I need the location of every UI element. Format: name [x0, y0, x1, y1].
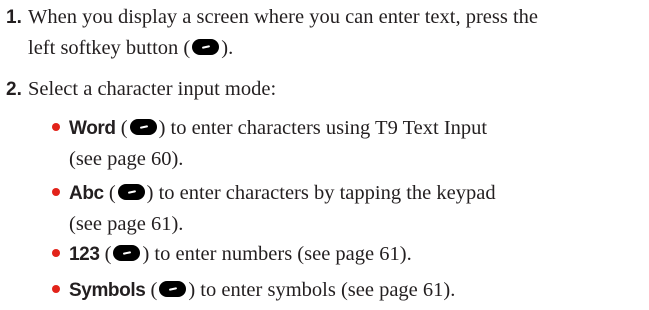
mode-paren-open: ( — [103, 182, 116, 204]
bullet-icon — [52, 123, 60, 132]
mode-term: 123 — [69, 244, 100, 265]
mode-term: Symbols — [69, 280, 146, 301]
step-2: 2. Select a character input mode: — [6, 74, 646, 105]
instruction-page: 1. When you display a screen where you ca… — [0, 0, 649, 310]
left-softkey-icon — [159, 281, 187, 298]
mode-abc: Abc ( ) to enter characters by tapping th… — [52, 178, 647, 239]
mode-paren-open: ( — [115, 117, 128, 139]
mode-description: ) to enter characters by tapping the key… — [146, 182, 496, 204]
mode-term: Abc — [69, 183, 104, 204]
mode-word: Word ( ) to enter characters using T9 Tex… — [52, 113, 647, 174]
mode-description: ) to enter symbols (see page 61). — [188, 279, 456, 301]
step-1-text-before-icon: left softkey button ( — [28, 37, 191, 59]
step-number: 2. — [6, 79, 22, 100]
mode-description-line2: (see page 61). — [69, 213, 184, 235]
mode-description: ) to enter numbers (see page 61). — [142, 243, 412, 265]
step-number: 1. — [6, 7, 22, 28]
bullet-icon — [52, 249, 60, 258]
mode-term: Word — [69, 118, 116, 139]
mode-symbols: Symbols ( ) to enter symbols (see page 61… — [52, 275, 647, 306]
bullet-icon — [52, 285, 60, 294]
mode-paren-open: ( — [145, 279, 158, 301]
mode-123: 123 ( ) to enter numbers (see page 61). — [52, 239, 647, 270]
step-1-text-line1: When you display a screen where you can … — [28, 6, 539, 28]
left-softkey-icon — [129, 119, 157, 136]
step-1: 1. When you display a screen where you ca… — [6, 2, 646, 63]
mode-description-line2: (see page 60). — [69, 148, 184, 170]
bullet-icon — [52, 188, 60, 197]
left-softkey-icon — [117, 184, 145, 201]
step-1-text-after-icon: ). — [221, 37, 234, 59]
step-1-line2: left softkey button (). — [6, 33, 646, 63]
left-softkey-icon — [113, 245, 141, 262]
mode-paren-open: ( — [99, 243, 112, 265]
mode-description: ) to enter characters using T9 Text Inpu… — [158, 117, 488, 139]
left-softkey-icon — [192, 39, 220, 56]
step-2-text: Select a character input mode: — [28, 78, 277, 100]
